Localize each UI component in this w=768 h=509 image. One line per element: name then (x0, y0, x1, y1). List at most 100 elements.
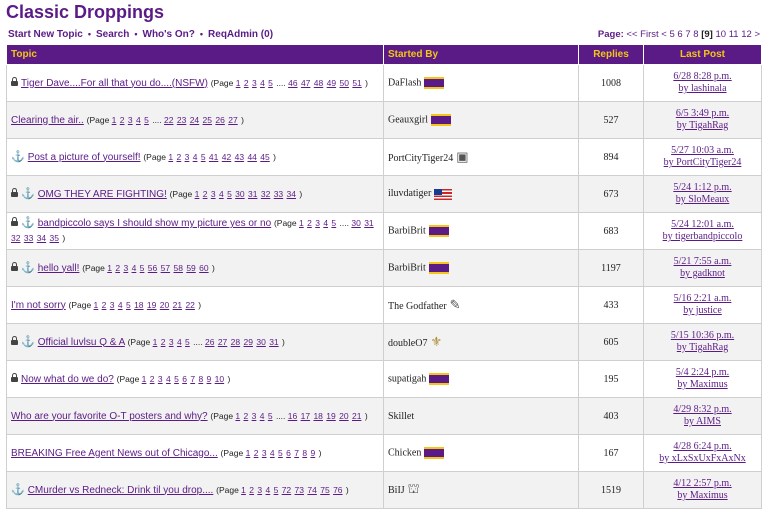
last-post-author-link[interactable]: by tigerbandpiccolo (648, 231, 757, 243)
author-name[interactable]: Chicken (388, 447, 421, 458)
topic-page-link[interactable]: 76 (333, 485, 343, 495)
topic-page-link[interactable]: 27 (218, 337, 228, 347)
last-post-date-link[interactable]: 5/24 1:12 p.m. (648, 182, 757, 194)
topic-page-link[interactable]: 32 (11, 233, 21, 243)
author-name[interactable]: PortCityTiger24 (388, 153, 453, 164)
topic-page-link[interactable]: 18 (313, 411, 323, 421)
topic-page-link[interactable]: 29 (244, 337, 254, 347)
last-post-date-link[interactable]: 5/27 10:03 a.m. (648, 145, 757, 157)
topic-page-link[interactable]: 3 (257, 485, 263, 495)
page-number-link[interactable]: 5 (669, 29, 674, 40)
topic-page-link[interactable]: 6 (286, 448, 292, 458)
topic-page-link[interactable]: 48 (314, 78, 324, 88)
author-name[interactable]: iluvdatiger (388, 188, 431, 199)
topic-page-link[interactable]: 3 (252, 78, 258, 88)
last-post-date-link[interactable]: 6/5 3:49 p.m. (648, 108, 757, 120)
page-number-link[interactable]: 12 (741, 29, 752, 40)
topic-page-link[interactable]: 60 (199, 263, 209, 273)
topic-page-link[interactable]: 5 (140, 263, 146, 273)
topic-page-link[interactable]: 2 (161, 337, 167, 347)
topic-page-link[interactable]: 20 (339, 411, 349, 421)
topic-page-link[interactable]: 1 (153, 337, 159, 347)
topic-page-link[interactable]: 56 (148, 263, 158, 273)
topic-page-link[interactable]: 5 (331, 218, 337, 228)
topic-page-link[interactable]: 3 (185, 152, 191, 162)
topic-link[interactable]: bandpiccolo says I should show my pictur… (38, 218, 271, 229)
topic-page-link[interactable]: 9 (207, 374, 213, 384)
topic-page-link[interactable]: 74 (307, 485, 317, 495)
last-post-date-link[interactable]: 5/16 2:21 a.m. (648, 293, 757, 305)
topic-page-link[interactable]: 1 (142, 374, 148, 384)
last-post-author-link[interactable]: by Maximus (648, 379, 757, 391)
topic-page-link[interactable]: 31 (269, 337, 279, 347)
topic-page-link[interactable]: 32 (261, 189, 271, 199)
topic-link[interactable]: Official luvlsu Q & A (38, 337, 125, 348)
topic-page-link[interactable]: 73 (295, 485, 305, 495)
topic-page-link[interactable]: 28 (231, 337, 241, 347)
topic-page-link[interactable]: 2 (176, 152, 182, 162)
topic-page-link[interactable]: 30 (256, 337, 266, 347)
topic-page-link[interactable]: 35 (50, 233, 60, 243)
prev-page-link[interactable]: < (661, 29, 667, 40)
topic-page-link[interactable]: 3 (123, 263, 129, 273)
topic-page-link[interactable]: 1 (241, 485, 247, 495)
last-post-date-link[interactable]: 5/4 2:24 p.m. (648, 367, 757, 379)
search-link[interactable]: Search (96, 29, 129, 40)
topic-page-link[interactable]: 42 (222, 152, 232, 162)
first-page-link[interactable]: << First (626, 29, 658, 40)
topic-page-link[interactable]: 3 (211, 189, 217, 199)
topic-page-link[interactable]: 1 (236, 78, 242, 88)
topic-page-link[interactable]: 5 (268, 411, 274, 421)
topic-page-link[interactable]: 2 (203, 189, 209, 199)
last-post-author-link[interactable]: by AIMS (648, 416, 757, 428)
topic-page-link[interactable]: 34 (287, 189, 297, 199)
topic-page-link[interactable]: 31 (248, 189, 258, 199)
last-post-author-link[interactable]: by SloMeaux (648, 194, 757, 206)
topic-page-link[interactable]: 4 (270, 448, 276, 458)
topic-page-link[interactable]: 19 (326, 411, 336, 421)
last-post-author-link[interactable]: by xLxSxUxFxAxNx (648, 453, 757, 465)
topic-page-link[interactable]: 9 (310, 448, 316, 458)
author-name[interactable]: doubleO7 (388, 338, 427, 349)
last-post-date-link[interactable]: 4/12 2:57 p.m. (648, 478, 757, 490)
topic-page-link[interactable]: 30 (235, 189, 245, 199)
topic-page-link[interactable]: 22 (185, 300, 195, 310)
last-post-author-link[interactable]: by lashinala (648, 83, 757, 95)
topic-page-link[interactable]: 4 (136, 115, 142, 125)
topic-page-link[interactable]: 18 (134, 300, 144, 310)
topic-link[interactable]: I'm not sorry (11, 300, 66, 311)
author-name[interactable]: The Godfather (388, 301, 447, 312)
topic-page-link[interactable]: 1 (107, 263, 113, 273)
author-name[interactable]: Skillet (388, 411, 414, 422)
topic-page-link[interactable]: 3 (262, 448, 268, 458)
topic-page-link[interactable]: 5 (274, 485, 280, 495)
topic-page-link[interactable]: 49 (327, 78, 337, 88)
topic-page-link[interactable]: 58 (173, 263, 183, 273)
topic-link[interactable]: Now what do we do? (21, 374, 114, 385)
whos-on-link[interactable]: Who's On? (143, 29, 195, 40)
last-post-date-link[interactable]: 6/28 8:28 p.m. (648, 71, 757, 83)
topic-page-link[interactable]: 1 (246, 448, 252, 458)
topic-page-link[interactable]: 19 (147, 300, 157, 310)
topic-page-link[interactable]: 1 (168, 152, 174, 162)
topic-page-link[interactable]: 4 (260, 78, 266, 88)
topic-page-link[interactable]: 3 (252, 411, 258, 421)
author-name[interactable]: BarbiBrit (388, 225, 426, 236)
topic-page-link[interactable]: 46 (288, 78, 298, 88)
topic-link[interactable]: CMurder vs Redneck: Drink til you drop..… (28, 485, 214, 496)
next-page-link[interactable]: > (754, 29, 760, 40)
last-post-date-link[interactable]: 5/24 12:01 a.m. (648, 219, 757, 231)
last-post-author-link[interactable]: by justice (648, 305, 757, 317)
topic-page-link[interactable]: 4 (260, 411, 266, 421)
topic-page-link[interactable]: 31 (364, 218, 374, 228)
topic-page-link[interactable]: 2 (244, 411, 250, 421)
topic-page-link[interactable]: 8 (302, 448, 308, 458)
author-name[interactable]: BiIJ (388, 485, 405, 496)
topic-page-link[interactable]: 75 (320, 485, 330, 495)
topic-page-link[interactable]: 3 (110, 300, 116, 310)
author-name[interactable]: Geauxgirl (388, 114, 428, 125)
topic-page-link[interactable]: 4 (323, 218, 329, 228)
topic-page-link[interactable]: 5 (227, 189, 233, 199)
topic-page-link[interactable]: 24 (190, 115, 200, 125)
last-post-author-link[interactable]: by PortCityTiger24 (648, 157, 757, 169)
